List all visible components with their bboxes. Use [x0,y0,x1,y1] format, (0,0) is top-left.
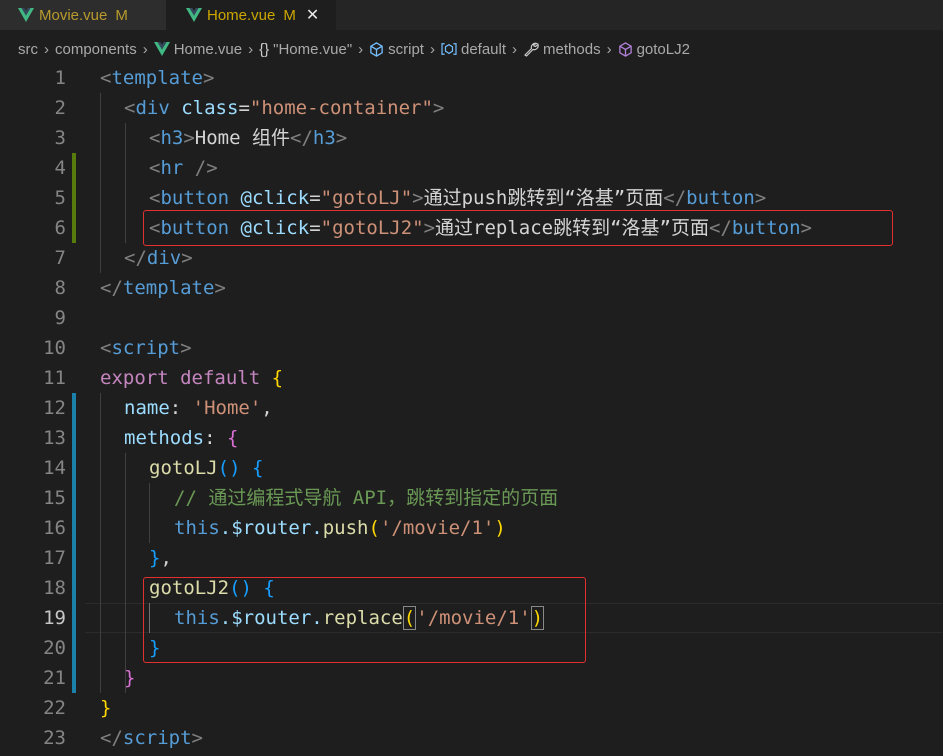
modified-badge: M [115,6,128,24]
code-line-21: } [124,667,136,689]
line-number: 16 [43,517,66,539]
line-number: 5 [54,187,66,209]
wrench-icon [524,42,539,57]
breadcrumb-label: default [460,40,507,58]
annotation-box-line-6 [143,210,893,246]
line-number: 8 [54,277,66,299]
tab-title: Movie.vue [39,6,108,24]
tab-movie-vue[interactable]: Movie.vue M [0,0,166,30]
line-number: 2 [54,97,66,119]
method-icon [618,41,632,57]
code-line-13: methods: { [124,427,239,449]
line-number: 17 [43,547,66,569]
breadcrumb-item-home-vue[interactable]: Home.vue [153,40,243,58]
editor-tab-bar: Movie.vue M Home.vue M ✕ [0,0,943,30]
line-number: 3 [54,127,66,149]
line-number: 18 [43,577,66,599]
code-line-14: gotoLJ() { [149,457,264,479]
code-line-5: <button @click="gotoLJ">通过push跳转到“洛基”页面<… [149,187,767,209]
line-number: 10 [43,337,66,359]
code-line-1: <template> [100,67,215,89]
line-number: 20 [43,637,66,659]
chevron-right-icon: › [429,40,435,58]
chevron-right-icon: › [358,40,364,58]
breadcrumb-item-src[interactable]: src [18,41,38,58]
code-line-10: <script> [100,337,192,359]
breadcrumb-label: gotoLJ2 [636,40,690,58]
module-icon [441,43,457,55]
annotation-box-gotolj2 [143,577,586,663]
line-number: 13 [43,427,66,449]
tab-home-vue[interactable]: Home.vue M ✕ [166,0,336,30]
breadcrumb-item-components[interactable]: components [55,41,137,58]
modified-badge: M [283,6,296,24]
line-number: 7 [54,247,66,269]
code-line-4: <hr /> [149,157,218,179]
line-number: 14 [43,457,66,479]
chevron-right-icon: › [606,40,612,58]
code-line-11: export default { [100,367,284,389]
chevron-right-icon: › [44,40,49,58]
vue-file-icon [18,8,34,22]
breadcrumb-item-default[interactable]: default [441,41,506,58]
code-line-23: </script> [100,727,203,749]
line-number: 21 [43,667,66,689]
line-number-current: 19 [43,607,66,629]
line-number: 9 [54,307,66,329]
line-number: 11 [43,367,66,389]
tab-title: Home.vue [207,6,276,24]
code-line-7: </div> [124,247,193,269]
breadcrumb-item-file-module[interactable]: {} "Home.vue" [259,41,352,58]
breadcrumb-label: src [18,40,38,58]
line-number: 22 [43,697,66,719]
breadcrumb-label: methods [543,40,601,58]
breadcrumb-item-script[interactable]: script [369,41,424,58]
breadcrumb-label: script [388,40,424,58]
line-number: 12 [43,397,66,419]
code-line-22: } [100,697,112,719]
chevron-right-icon: › [142,40,148,58]
code-line-3: <h3>Home 组件</h3> [149,127,348,149]
breadcrumb-item-methods[interactable]: methods [523,41,601,58]
code-line-17: }, [149,547,172,569]
breadcrumb-item-gotolj2[interactable]: gotoLJ2 [618,41,690,58]
vue-file-icon [153,42,170,56]
breadcrumb-label: components [55,40,137,58]
breadcrumb-label: "Home.vue" [273,40,353,58]
vue-file-icon [186,8,202,22]
line-number: 6 [54,217,66,239]
line-number: 15 [43,487,66,509]
line-number: 1 [54,67,66,89]
chevron-right-icon: › [512,40,518,58]
code-line-15: // 通过编程式导航 API，跳转到指定的页面 [174,487,559,509]
code-editor[interactable]: 1 2 3 4 5 6 7 8 9 10 11 12 13 14 15 16 1… [0,63,943,756]
line-number: 4 [54,157,66,179]
code-line-8: </template> [100,277,226,299]
chevron-right-icon: › [248,40,254,58]
cube-icon [370,41,383,57]
close-icon[interactable]: ✕ [306,5,319,25]
code-line-16: this.$router.push('/movie/1') [174,517,506,539]
code-line-2: <div class="home-container"> [124,97,445,119]
breadcrumb-label: Home.vue [173,40,243,58]
line-number: 23 [43,727,66,749]
code-line-12: name: 'Home', [124,397,273,419]
braces-icon: {} [259,40,270,58]
